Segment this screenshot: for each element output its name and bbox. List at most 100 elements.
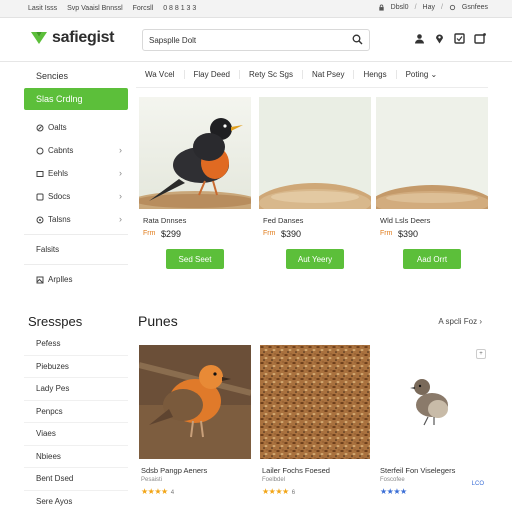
search-input[interactable] xyxy=(143,30,343,51)
nav-item-dropdown[interactable]: Poting ⌄ xyxy=(395,70,447,79)
product-image-mix[interactable] xyxy=(376,97,488,209)
nav-item-label: Poting xyxy=(405,70,429,79)
sidebar-item-cabnts[interactable]: Cabnts › xyxy=(24,139,128,162)
product-name[interactable]: Rata Dnnses xyxy=(143,216,186,225)
settings-link[interactable]: Gsnfees xyxy=(462,4,488,11)
product-card[interactable]: + Sterfeil Fon Viselegers Foscofee LCO ★… xyxy=(378,345,490,505)
list-item[interactable]: Lady Pes xyxy=(24,378,128,401)
list-item[interactable]: Nbiees xyxy=(24,446,128,468)
product-image-seed[interactable] xyxy=(259,97,371,209)
chevron-right-icon: › xyxy=(119,191,122,201)
product-name[interactable]: Sterfeil Fon Viselegers xyxy=(380,466,455,475)
product-price: $390 xyxy=(398,229,419,239)
nav-item[interactable]: Rety Sc Sgs xyxy=(238,70,302,79)
list-item[interactable]: Viaes xyxy=(24,423,128,446)
brand-name: safiegist xyxy=(52,29,115,46)
product-subtitle: Foscofee xyxy=(380,477,405,483)
cart-icon[interactable] xyxy=(474,33,486,44)
separator: / xyxy=(414,4,417,11)
wishlist-icon[interactable]: + xyxy=(476,349,486,359)
chevron-right-icon: › xyxy=(479,317,482,326)
site-header: safiegist xyxy=(0,18,512,62)
nav-item[interactable]: Nat Psey xyxy=(301,70,353,79)
add-to-cart-button[interactable]: Aut Yeery xyxy=(286,249,344,269)
nav-item[interactable]: Wa Vcel xyxy=(136,70,184,79)
sidebar-item-eehls[interactable]: Eehls › xyxy=(24,162,128,185)
seed-texture-photo xyxy=(260,345,370,459)
price-label: Frm xyxy=(263,230,276,237)
top-link[interactable]: Svp Vaaisl Bnnssl xyxy=(67,5,123,12)
sidebar-item-falsits[interactable]: Falsits xyxy=(24,238,128,261)
leaf-logo-icon xyxy=(31,32,47,44)
search-box xyxy=(142,29,370,51)
lock-icon xyxy=(378,4,384,11)
product-image-robin-ground[interactable] xyxy=(139,345,251,459)
brand-logo[interactable]: safiegist xyxy=(30,29,115,47)
chevron-right-icon: › xyxy=(119,214,122,224)
star-rating: ★★★★ xyxy=(380,487,410,496)
sidebar-item-talsns[interactable]: Talsns › xyxy=(24,208,128,231)
product-card[interactable]: Sdsb Pangp Aeners Pesaisti ★★★★ 4 xyxy=(139,345,251,505)
product-image-robin[interactable] xyxy=(139,97,251,209)
settings-icon xyxy=(449,4,456,11)
section-sidebar-title: Sresspes xyxy=(28,314,83,329)
product-name[interactable]: Wld Lsls Deers xyxy=(380,216,430,225)
top-link[interactable]: Lasit Isss xyxy=(28,5,57,12)
product-subtitle: Pesaisti xyxy=(141,477,163,483)
bowl-icon xyxy=(36,170,44,177)
rating-count: 6 xyxy=(291,490,296,496)
sparrow-photo xyxy=(410,379,462,429)
list-item[interactable]: Penpcs xyxy=(24,401,128,423)
product-badge: LCO xyxy=(471,481,484,487)
product-image-seed-mix[interactable] xyxy=(260,345,372,459)
stars: ★★★★ xyxy=(141,487,168,496)
add-to-cart-button[interactable]: Sed Seet xyxy=(166,249,224,269)
sidebar-item-label: Falsits xyxy=(36,245,60,254)
product-card[interactable]: Fed Danses Frm $390 Aut Yeery xyxy=(259,97,371,273)
user-icon[interactable] xyxy=(414,33,425,44)
sidebar-item-label: Cabnts xyxy=(48,146,74,155)
sidebar-item-oalts[interactable]: Oalts xyxy=(24,116,128,139)
top-link[interactable]: Forcsll xyxy=(133,5,154,12)
product-card[interactable]: Lailer Fochs Foesed Foelbdel ★★★★ 6 xyxy=(260,345,372,505)
tag-icon xyxy=(36,216,44,223)
sidebar-item-arplles[interactable]: Arplles xyxy=(24,268,128,291)
see-all-label: A spcli Foz xyxy=(438,317,478,326)
category-sidebar: Sencies Slas Crdlng Oalts Cabnts › Eehls… xyxy=(24,62,128,291)
list-item[interactable]: Sere Ayos xyxy=(24,491,128,512)
sidebar-item-label: Talsns xyxy=(48,215,71,224)
star-rating: ★★★★ 4 xyxy=(141,487,174,496)
list-item[interactable]: Piebuzes xyxy=(24,356,128,378)
sidebar-item-active[interactable]: Slas Crdlng xyxy=(24,88,128,110)
product-name[interactable]: Lailer Fochs Foesed xyxy=(262,466,330,475)
nav-item[interactable]: Hengs xyxy=(353,70,395,79)
add-to-cart-button[interactable]: Aad Orrt xyxy=(403,249,461,269)
list-item[interactable]: Bent Dsed xyxy=(24,468,128,491)
sidebar-item-sdocs[interactable]: Sdocs › xyxy=(24,185,128,208)
sidebar-divider xyxy=(24,234,128,235)
product-card[interactable]: Wld Lsls Deers Frm $390 Aad Orrt xyxy=(376,97,488,273)
stars: ★★★★ xyxy=(380,487,407,496)
sidebar-item-label: Arplles xyxy=(48,275,73,284)
nav-item[interactable]: Flay Deed xyxy=(183,70,239,79)
sidebar-title: Sencies xyxy=(36,71,69,81)
sidebar-item-label: Sdocs xyxy=(48,192,71,201)
account-link[interactable]: Dbsl0 xyxy=(391,4,409,11)
chevron-right-icon: › xyxy=(119,145,122,155)
robin-ground-photo xyxy=(139,345,251,459)
price-label: Frm xyxy=(380,230,393,237)
location-icon[interactable] xyxy=(434,33,445,44)
list-item[interactable]: Pefess xyxy=(24,333,128,356)
search-icon[interactable] xyxy=(352,34,363,45)
product-image-sparrow[interactable]: + xyxy=(378,345,490,459)
section-title: Punes xyxy=(138,313,178,329)
product-name[interactable]: Sdsb Pangp Aeners xyxy=(141,466,207,475)
product-name[interactable]: Fed Danses xyxy=(263,216,303,225)
robin-photo xyxy=(139,97,251,209)
help-link[interactable]: Hay xyxy=(423,4,435,11)
orders-icon[interactable] xyxy=(454,33,465,44)
top-phone: 0 8 8 1 3 3 xyxy=(163,5,197,12)
see-all-link[interactable]: A spcli Foz › xyxy=(438,317,482,326)
product-card[interactable]: Rata Dnnses Frm $299 Sed Seet xyxy=(139,97,251,273)
stars: ★★★★ xyxy=(262,487,289,496)
